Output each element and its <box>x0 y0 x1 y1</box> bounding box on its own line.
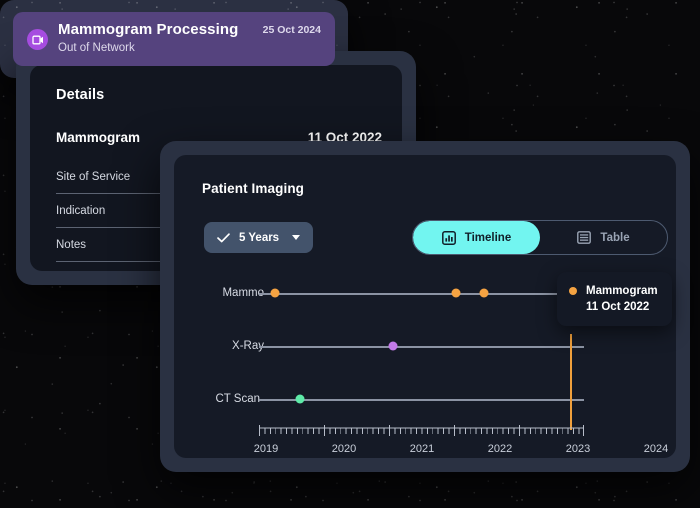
axis-label-2023: 2023 <box>565 443 591 455</box>
axis-label-2022: 2022 <box>487 443 513 455</box>
data-point-xray-1[interactable] <box>388 341 398 351</box>
processing-title: Mammogram Processing <box>58 21 239 38</box>
series-track-xray <box>259 346 584 348</box>
data-point-mammo-1[interactable] <box>270 288 280 298</box>
detail-row-label: Indication <box>56 204 106 217</box>
axis-label-2024: 2024 <box>643 443 669 455</box>
image-media-icon <box>27 29 48 50</box>
axis-label-2021: 2021 <box>409 443 435 455</box>
series-track-ctscan <box>259 399 584 401</box>
timeline-plot: Mammo X-Ray CT Scan Mammogram 11 Oct 202… <box>174 155 676 458</box>
processing-text-block: Mammogram Processing Out of Network <box>58 20 238 57</box>
tooltip-title: Mammogram <box>586 285 658 297</box>
axis-label-2019: 2019 <box>253 443 279 455</box>
processing-notification-card[interactable]: Mammogram Processing Out of Network 25 O… <box>13 12 335 66</box>
axis-label-2020: 2020 <box>331 443 357 455</box>
tooltip-date: 11 Oct 2022 <box>586 301 650 313</box>
series-label-ctscan: CT Scan <box>215 393 260 405</box>
detail-row-label: Notes <box>56 238 87 251</box>
data-point-mammo-2[interactable] <box>451 288 461 298</box>
details-record-name: Mammogram <box>56 130 141 145</box>
detail-row-label: Site of Service <box>56 170 131 183</box>
processing-subtitle: Out of Network <box>58 42 135 54</box>
data-point-ctscan-1[interactable] <box>295 394 305 404</box>
series-track-mammo <box>259 293 584 295</box>
series-label-mammo: Mammo <box>222 287 264 299</box>
data-point-tooltip: Mammogram 11 Oct 2022 <box>557 272 672 326</box>
processing-date: 25 Oct 2024 <box>262 24 321 36</box>
tooltip-text: Mammogram 11 Oct 2022 <box>586 283 658 315</box>
time-axis <box>259 425 584 439</box>
patient-imaging-panel: Patient Imaging 5 Years Timeline Table M… <box>160 141 690 472</box>
series-label-xray: X-Ray <box>232 340 264 352</box>
tooltip-dot-icon <box>569 287 577 295</box>
selected-event-marker-line <box>570 334 572 430</box>
patient-imaging-card: Patient Imaging 5 Years Timeline Table M… <box>174 155 676 458</box>
details-heading: Details <box>56 87 105 103</box>
screenshot-root: Details Mammogram 11 Oct 2022 Site of Se… <box>0 0 700 508</box>
data-point-mammo-3[interactable] <box>479 288 489 298</box>
